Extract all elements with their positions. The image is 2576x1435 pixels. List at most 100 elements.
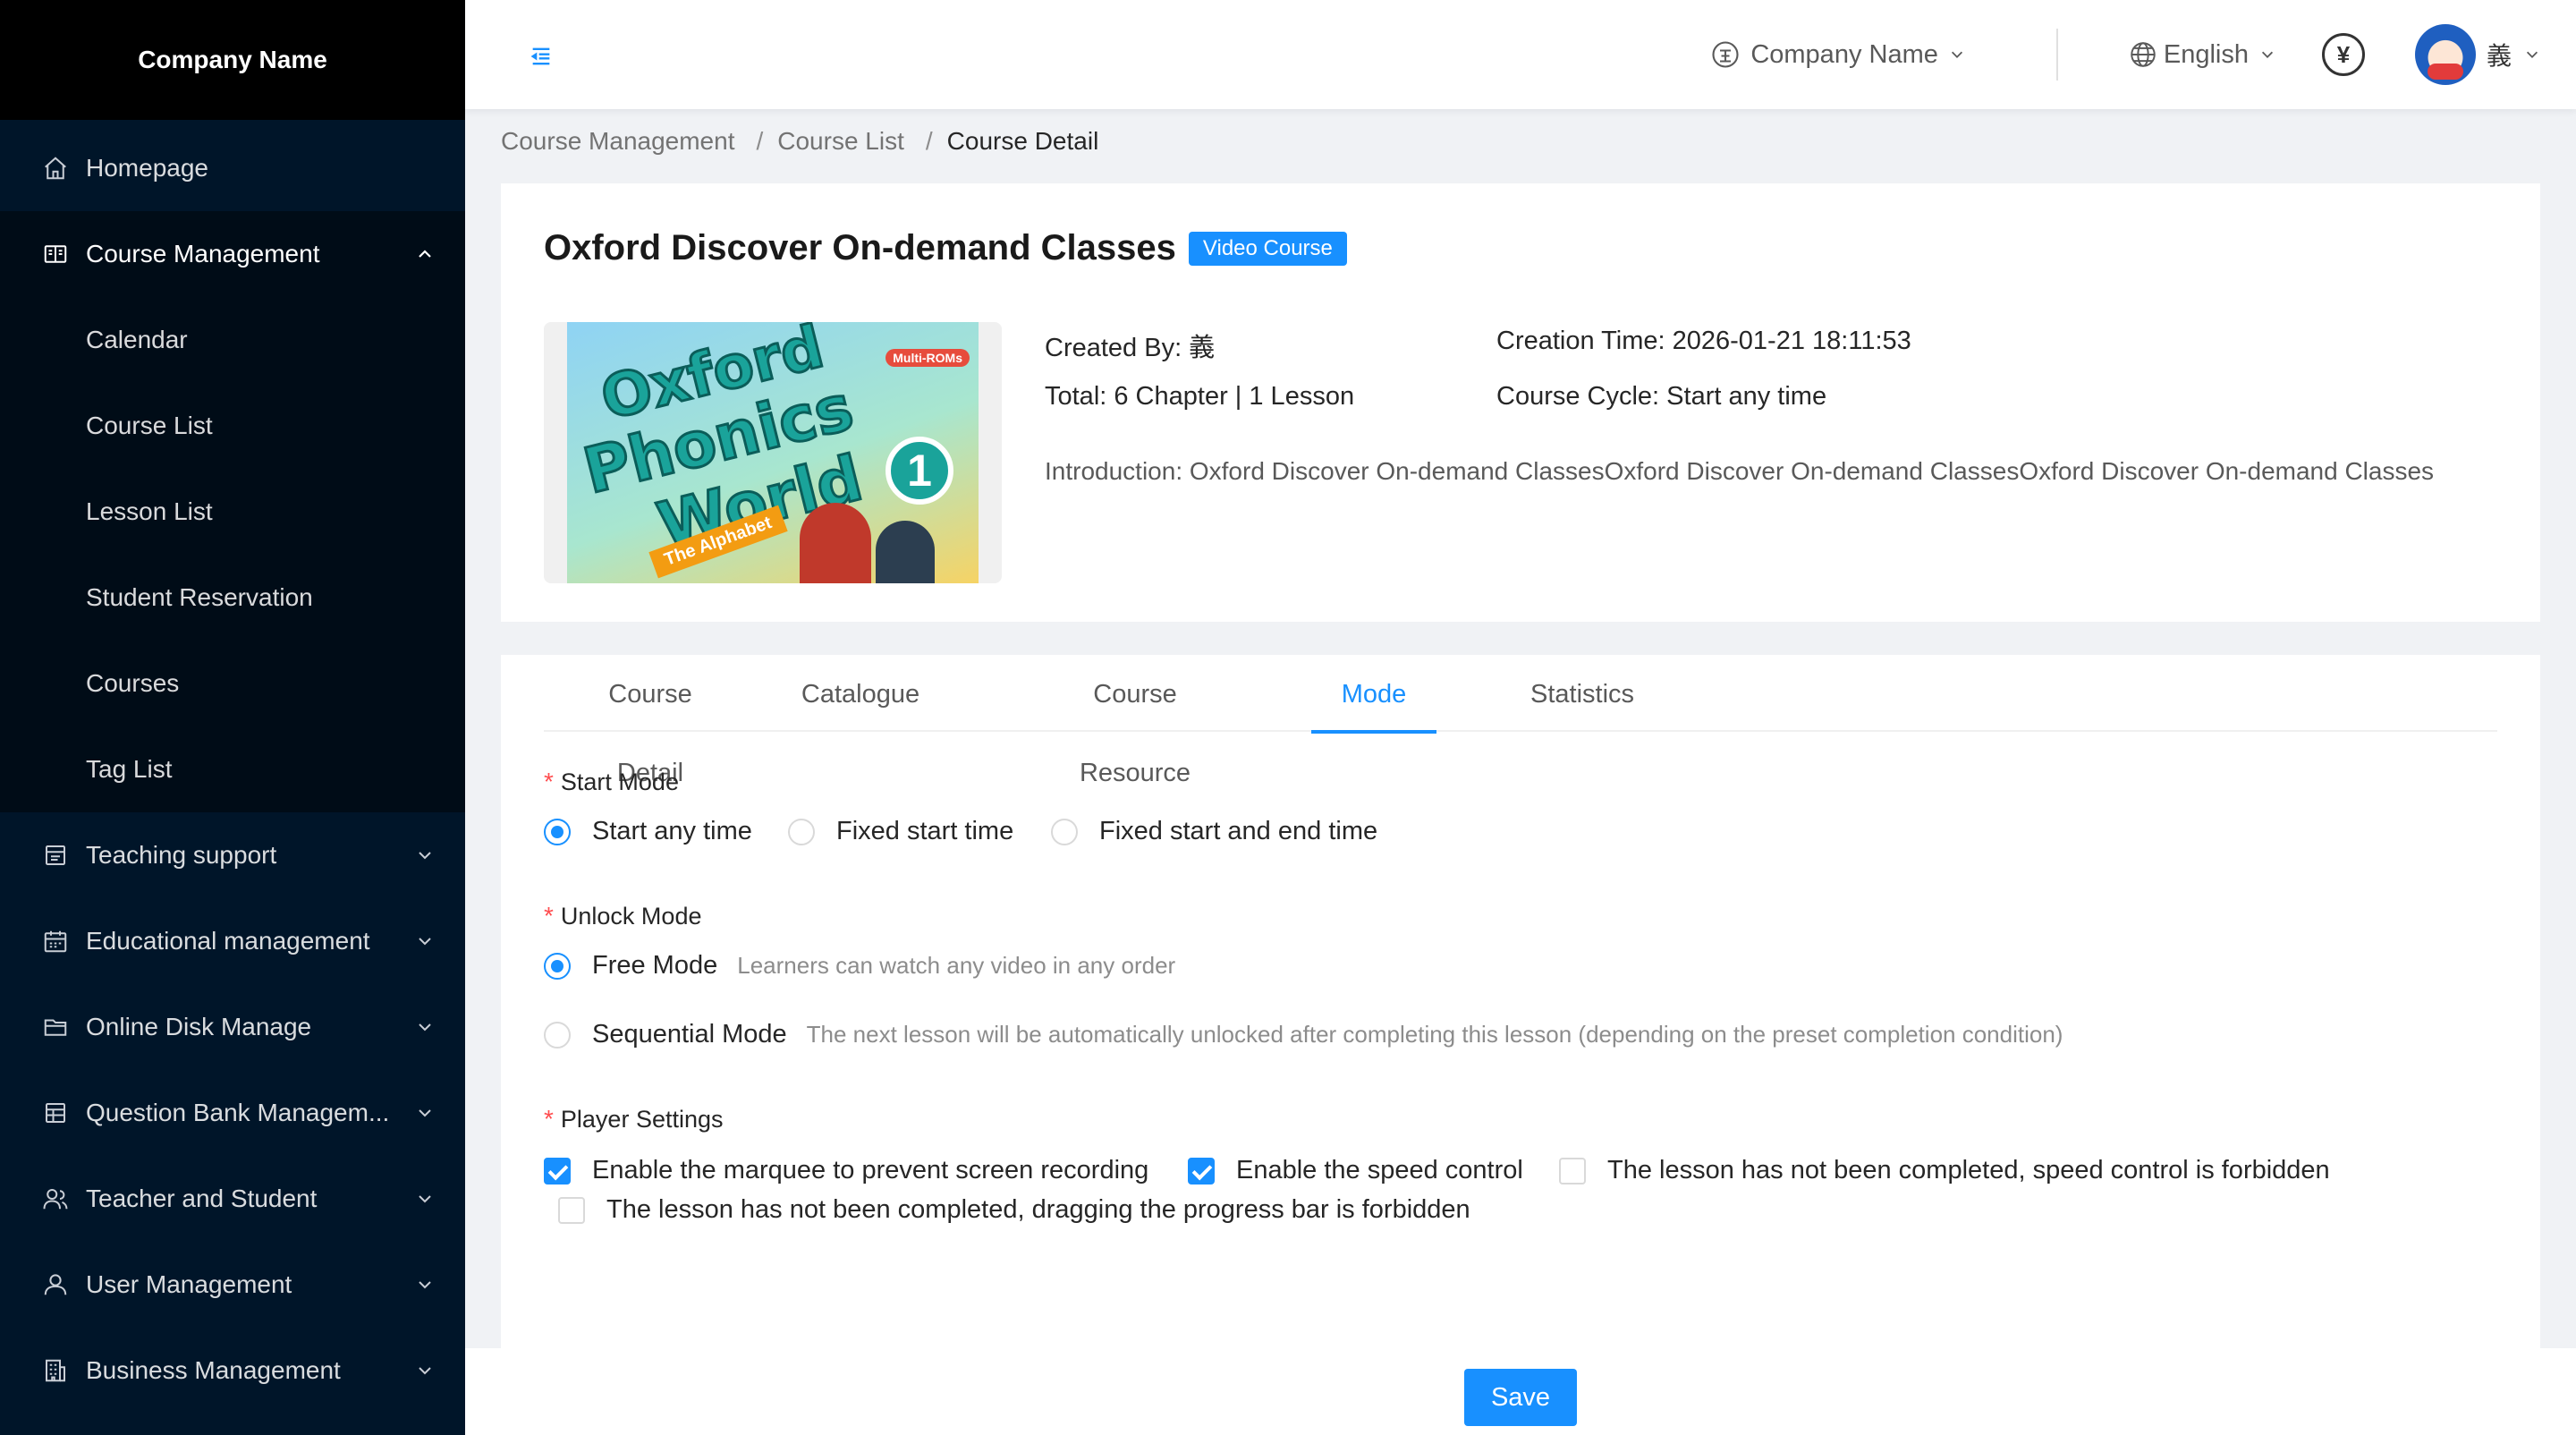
chevron-down-icon: [2526, 51, 2538, 58]
required-mark: *: [544, 1105, 554, 1133]
sidebar-item-user-management[interactable]: User Management: [0, 1242, 465, 1328]
sidebar-item-label: Online Disk Manage: [86, 1013, 312, 1040]
sidebar-subitem-course-list[interactable]: Course List: [0, 383, 465, 469]
language-label: English: [2163, 39, 2249, 69]
course-title: Oxford Discover On-demand Classes: [544, 228, 1176, 267]
course-management-submenu: Calendar Course List Lesson List Student…: [0, 297, 465, 812]
company-switch[interactable]: Company Name: [1709, 38, 1974, 71]
sidebar-item-online-disk[interactable]: Online Disk Manage: [0, 984, 465, 1070]
breadcrumb-separator: /: [925, 127, 933, 155]
sidebar-subitem-tag-list[interactable]: Tag List: [0, 726, 465, 812]
chevron-down-icon: [415, 1017, 435, 1037]
radio-button[interactable]: [1051, 818, 1078, 845]
sidebar-item-teacher-and-student[interactable]: Teacher and Student: [0, 1156, 465, 1242]
breadcrumb: Course Management / Course List / Course…: [501, 127, 1098, 156]
unlock-mode-label: * Unlock Mode: [544, 902, 701, 930]
tab-course-resource[interactable]: Course Resource: [1035, 655, 1235, 787]
breadcrumb-course-management[interactable]: Course Management: [501, 127, 734, 156]
start-mode-option-fixed-start-end[interactable]: Fixed start and end time: [1051, 817, 1377, 846]
tab-catalogue[interactable]: Catalogue: [801, 655, 920, 732]
sidebar-item-label: Teaching support: [86, 841, 277, 869]
chevron-down-icon: [415, 1103, 435, 1123]
start-mode-option-any-time[interactable]: Start any time: [544, 817, 752, 846]
checkbox-label: Enable the marquee to prevent screen rec…: [592, 1156, 1149, 1185]
user-icon: [41, 1270, 70, 1299]
player-settings-label-text: Player Settings: [560, 1106, 724, 1133]
player-option-speed-control[interactable]: Enable the speed control: [1188, 1156, 1523, 1185]
sidebar-subitem-courses[interactable]: Courses: [0, 641, 465, 726]
start-mode-label-text: Start Mode: [560, 768, 679, 795]
player-option-marquee[interactable]: Enable the marquee to prevent screen rec…: [544, 1156, 1148, 1185]
chevron-up-icon: [415, 244, 435, 264]
breadcrumb-course-list[interactable]: Course List: [777, 127, 904, 156]
user-menu[interactable]: 義: [2414, 24, 2540, 85]
chevron-down-icon: [415, 1361, 435, 1380]
checkbox[interactable]: [558, 1196, 585, 1224]
sidebar-logo[interactable]: Company Name: [0, 0, 465, 120]
subitem-label: Tag List: [86, 755, 173, 783]
company-name: Company Name: [138, 46, 327, 73]
unlock-mode-option-sequential[interactable]: Sequential Mode The next lesson will be …: [544, 1020, 2063, 1049]
chevron-down-icon: [2261, 51, 2274, 58]
checkbox[interactable]: [1559, 1157, 1586, 1185]
menu-fold-button[interactable]: [528, 43, 555, 70]
course-tabs-card: Course Detail Catalogue Course Resource …: [501, 655, 2540, 1348]
unlock-mode-option-free[interactable]: Free Mode Learners can watch any video i…: [544, 951, 1175, 981]
currency-icon[interactable]: ¥: [2321, 33, 2365, 76]
globe-icon: [2131, 42, 2156, 67]
start-mode-option-fixed-start[interactable]: Fixed start time: [788, 817, 1013, 846]
radio-label: Free Mode: [592, 951, 718, 980]
player-option-drag-forbidden[interactable]: The lesson has not been completed, dragg…: [558, 1195, 1470, 1225]
sidebar-item-homepage[interactable]: Homepage: [0, 125, 465, 211]
player-option-speed-forbidden[interactable]: The lesson has not been completed, speed…: [1559, 1156, 2330, 1185]
chevron-down-icon: [415, 1275, 435, 1295]
checkbox-label: The lesson has not been completed, speed…: [1607, 1156, 2330, 1185]
radio-label: Fixed start and end time: [1099, 817, 1378, 845]
radio-label: Sequential Mode: [592, 1020, 787, 1049]
radio-button[interactable]: [544, 1021, 571, 1049]
chevron-down-icon: [415, 845, 435, 865]
menu-fold-icon: [530, 47, 550, 65]
course-tabs: Course Detail Catalogue Course Resource …: [544, 655, 2497, 787]
sidebar-subitem-lesson-list[interactable]: Lesson List: [0, 469, 465, 555]
course-cycle: Course Cycle: Start any time: [1496, 382, 1827, 411]
sidebar: Company Name Homepage Course Management …: [0, 0, 465, 1435]
cover-character: [876, 521, 935, 583]
breadcrumb-separator: /: [756, 127, 764, 155]
subitem-label: Course List: [86, 412, 213, 439]
sidebar-item-course-management[interactable]: Course Management: [0, 211, 465, 297]
sidebar-item-label: Homepage: [86, 154, 208, 182]
book-icon: [41, 240, 70, 268]
radio-button[interactable]: [544, 818, 571, 845]
checkbox[interactable]: [544, 1157, 571, 1185]
sidebar-subitem-calendar[interactable]: Calendar: [0, 297, 465, 383]
tab-statistics[interactable]: Statistics: [1528, 655, 1637, 732]
radio-label: Start any time: [592, 817, 752, 845]
home-icon: [41, 154, 70, 183]
creation-time: Creation Time: 2026-01-21 18:11:53: [1496, 327, 1911, 355]
table-icon: [41, 1099, 70, 1127]
company-icon: [1712, 41, 1739, 68]
checkbox[interactable]: [1188, 1157, 1215, 1185]
sidebar-item-educational-management[interactable]: Educational management: [0, 898, 465, 984]
tab-mode[interactable]: Mode: [1311, 655, 1436, 734]
cover-badge: Multi-ROMs: [886, 349, 970, 367]
radio-button[interactable]: [544, 952, 571, 980]
save-button[interactable]: Save: [1464, 1369, 1577, 1426]
chevron-down-icon: [415, 931, 435, 951]
checkbox-label: Enable the speed control: [1236, 1156, 1523, 1185]
unlock-mode-label-text: Unlock Mode: [560, 903, 702, 930]
sidebar-item-question-bank[interactable]: Question Bank Managem...: [0, 1070, 465, 1156]
language-switch[interactable]: English: [2128, 39, 2281, 70]
required-mark: *: [544, 902, 554, 930]
subitem-label: Calendar: [86, 326, 188, 353]
chevron-down-icon: [1951, 51, 1962, 58]
sidebar-subitem-student-reservation[interactable]: Student Reservation: [0, 555, 465, 641]
sidebar-item-business-management[interactable]: Business Management: [0, 1328, 465, 1414]
sidebar-item-label: Question Bank Managem...: [86, 1099, 390, 1126]
tab-course-detail[interactable]: Course Detail: [572, 655, 728, 787]
support-icon: [41, 841, 70, 870]
subitem-label: Lesson List: [86, 497, 213, 525]
radio-button[interactable]: [788, 818, 815, 845]
sidebar-item-teaching-support[interactable]: Teaching support: [0, 812, 465, 898]
